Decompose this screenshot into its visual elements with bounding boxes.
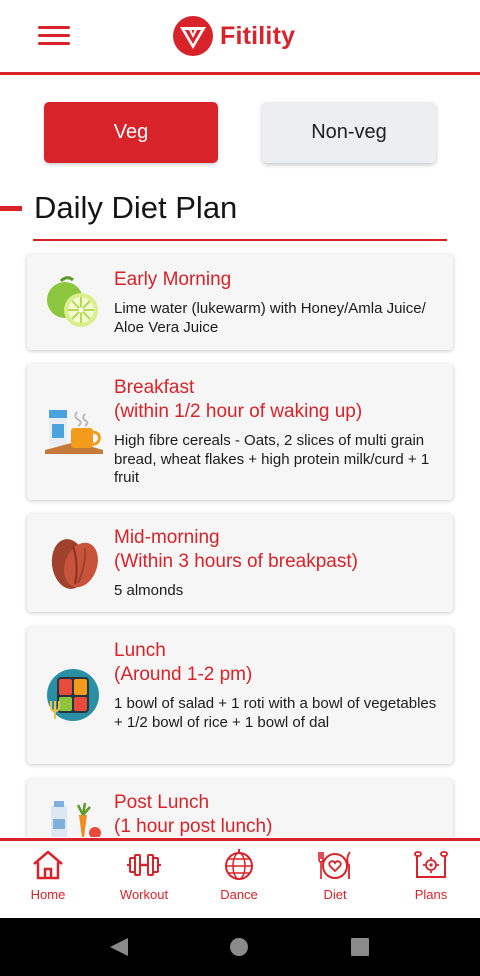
meal-card-post-lunch[interactable]: Post Lunch (1 hour post lunch) (27, 779, 453, 837)
meal-card-breakfast[interactable]: Breakfast (within 1/2 hour of waking up)… (27, 364, 453, 500)
disco-ball-icon (225, 849, 253, 880)
nav-plans[interactable]: Plans (386, 849, 476, 913)
meal-description: Lime water (lukewarm) with Honey/Amla Ju… (114, 300, 426, 336)
nav-workout[interactable]: Workout (99, 849, 189, 913)
fitility-logo-icon (173, 16, 213, 56)
home-circle-icon[interactable] (229, 937, 249, 957)
meal-list[interactable]: Early Morning Lime water (lukewarm) with… (0, 242, 480, 837)
bottom-nav: Home Workout Dance Diet Plans (0, 841, 480, 918)
nav-label: Plans (414, 887, 448, 902)
meal-description: 1 bowl of salad + 1 roti with a bowl of … (114, 695, 437, 731)
meal-title: Post Lunch (1 hour post lunch) (114, 792, 273, 837)
hamburger-menu-icon[interactable] (38, 24, 72, 48)
dumbbell-icon (127, 854, 161, 876)
meal-card-lunch[interactable]: Lunch (Around 1-2 pm) 1 bowl of salad + … (27, 627, 453, 764)
non-veg-button[interactable]: Non-veg (262, 102, 436, 163)
nav-label: Diet (323, 887, 347, 902)
recents-square-icon[interactable] (350, 937, 370, 957)
plans-icon (414, 851, 448, 878)
meal-title: Mid-morning (Within 3 hours of breakpast… (114, 527, 358, 572)
title-underline (33, 239, 447, 241)
lunch-plate-icon (47, 669, 99, 721)
meal-description: High fibre cereals - Oats, 2 slices of m… (114, 432, 430, 486)
header-divider (0, 72, 480, 75)
app-name: Fitility (220, 21, 296, 50)
nav-dance[interactable]: Dance (194, 849, 284, 913)
nav-label: Dance (220, 887, 258, 902)
breakfast-icon (45, 410, 103, 454)
system-nav-bar (0, 918, 480, 976)
meal-title: Breakfast (within 1/2 hour of waking up) (114, 377, 363, 422)
app-header: Fitility (0, 0, 480, 72)
nav-home[interactable]: Home (3, 849, 93, 913)
veg-button[interactable]: Veg (44, 102, 218, 163)
back-icon[interactable] (108, 937, 130, 957)
meal-title: Lunch (Around 1-2 pm) (114, 640, 253, 685)
page-title: Daily Diet Plan (34, 190, 238, 225)
title-accent-bar (0, 206, 22, 211)
app-logo: Fitility (172, 14, 295, 58)
almond-icon (51, 539, 98, 589)
meal-title: Early Morning (114, 269, 232, 290)
nav-label: Workout (119, 887, 169, 902)
diet-plate-icon (318, 851, 351, 879)
nav-diet[interactable]: Diet (290, 849, 380, 913)
meal-card-early-morning[interactable]: Early Morning Lime water (lukewarm) with… (27, 254, 453, 350)
home-icon (33, 850, 63, 880)
meal-description: 5 almonds (114, 582, 184, 599)
lime-icon (47, 276, 98, 327)
meal-card-mid-morning[interactable]: Mid-morning (Within 3 hours of breakpast… (27, 514, 453, 612)
post-lunch-icon (51, 801, 101, 837)
nav-label: Home (30, 887, 66, 902)
